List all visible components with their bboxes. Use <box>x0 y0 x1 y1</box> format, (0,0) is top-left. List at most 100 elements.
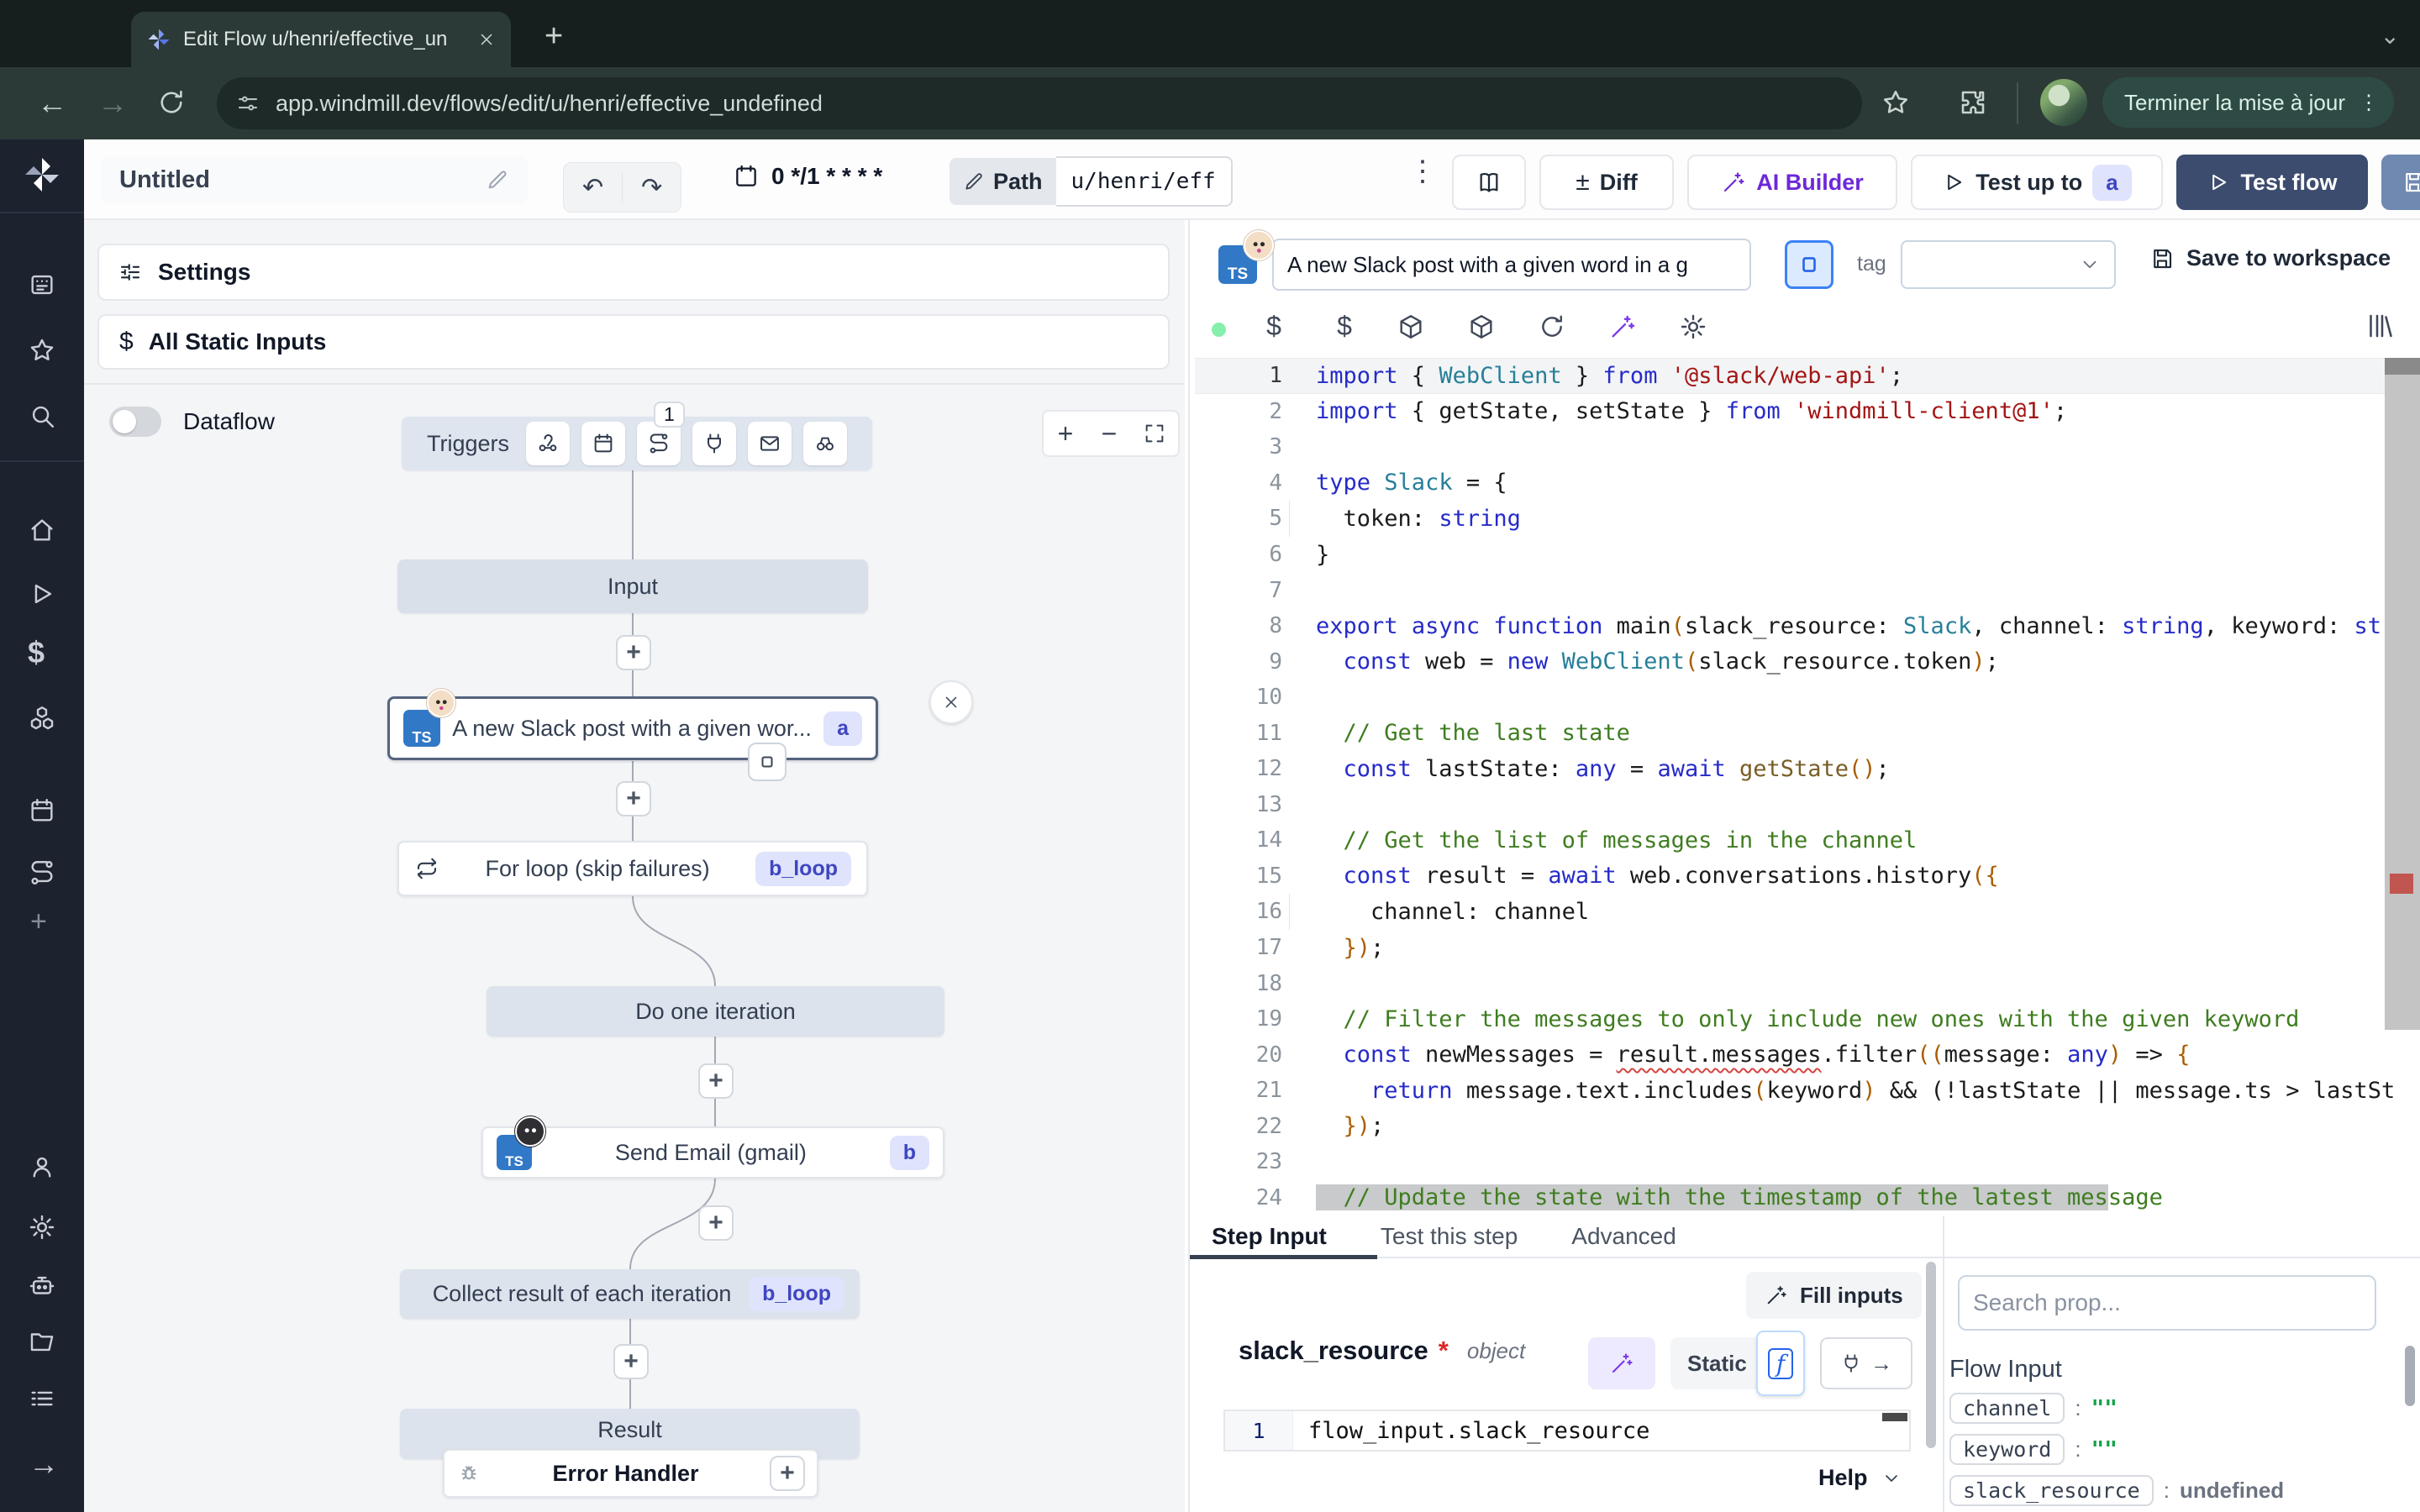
fill-inputs-button[interactable]: Fill inputs <box>1746 1272 1922 1319</box>
tab-test-this-step[interactable]: Test this step <box>1381 1223 1518 1250</box>
code-line[interactable]: 10 <box>1195 680 2420 716</box>
error-handler-node[interactable]: Error Handler + <box>443 1449 818 1498</box>
routes-icon[interactable] <box>28 858 56 887</box>
draft-button[interactable]: Draft <box>2381 155 2420 210</box>
do-one-iteration-node[interactable]: Do one iteration <box>487 986 944 1037</box>
flow-input-prop-row[interactable]: keyword:"" <box>1949 1434 2336 1465</box>
step-name-input[interactable]: A new Slack post with a given word in a … <box>1272 239 1751 291</box>
chrome-menu-kebab-icon[interactable]: ⋮ <box>2359 91 2379 115</box>
add-step-button[interactable]: + <box>616 781 651 816</box>
back-icon[interactable]: ← <box>37 86 67 121</box>
variables-dollar-icon[interactable]: $ <box>28 635 45 670</box>
expr-editor[interactable]: 1 flow_input.slack_resource <box>1223 1410 1911 1452</box>
sidebar-collapse-arrow-icon[interactable]: → <box>29 1446 59 1482</box>
help-button[interactable]: Help <box>1818 1465 1902 1491</box>
editor-settings-gear-icon[interactable] <box>1679 312 1707 341</box>
add-error-handler-button[interactable]: + <box>770 1456 805 1491</box>
library-icon[interactable] <box>2365 311 2395 341</box>
code-line[interactable]: 16 channel: channel <box>1195 894 2420 930</box>
save-to-workspace-button[interactable]: Save to workspace <box>2149 245 2391 271</box>
add-step-button[interactable]: + <box>698 1205 734 1241</box>
profile-avatar[interactable] <box>2040 79 2087 126</box>
ai-wand-icon[interactable] <box>1608 312 1637 341</box>
right-column-scrollbar[interactable] <box>2405 1346 2415 1406</box>
code-line[interactable]: 2import { getState, setState } from 'win… <box>1195 394 2420 430</box>
folders-icon[interactable] <box>28 1327 56 1356</box>
schedule-trigger-icon[interactable] <box>581 422 625 465</box>
url-bar[interactable]: app.windmill.dev/flows/edit/u/henri/effe… <box>217 77 1862 129</box>
triggers-node[interactable]: Triggers 1 <box>402 417 872 470</box>
extensions-puzzle-icon[interactable] <box>1958 87 1988 118</box>
prop-pill[interactable]: slack_resource <box>1949 1475 2154 1506</box>
tab-advanced[interactable]: Advanced <box>1571 1223 1676 1250</box>
add-step-button[interactable]: + <box>698 1063 734 1099</box>
workspace-list-icon[interactable] <box>28 1384 56 1413</box>
code-editor[interactable]: 1import { WebClient } from '@slack/web-a… <box>1195 358 2420 1216</box>
undo-icon[interactable]: ↶ <box>564 173 623 202</box>
search-icon[interactable] <box>28 402 56 430</box>
skip-step-button[interactable] <box>748 743 786 781</box>
reload-icon[interactable] <box>156 87 187 118</box>
variable-dollar-icon[interactable]: $ <box>1326 307 1363 344</box>
favorites-star-icon[interactable] <box>28 336 56 365</box>
chrome-update-button[interactable]: Terminer la mise à jour ⋮ <box>2102 77 2394 128</box>
flow-input-prop-row[interactable]: slack_resource:undefined <box>1949 1475 2336 1506</box>
tab-search-chevron-icon[interactable]: ⌄ <box>2381 22 2400 50</box>
apps-icon[interactable] <box>28 270 56 299</box>
tab-close-icon[interactable] <box>477 30 496 49</box>
concurrency-checkbox-button[interactable] <box>1785 240 1833 289</box>
code-line[interactable]: 6} <box>1195 537 2420 573</box>
flow-input-prop-row[interactable]: channel:"" <box>1949 1393 2336 1424</box>
connect-input-button[interactable]: → <box>1820 1337 1912 1389</box>
code-line[interactable]: 18 <box>1195 965 2420 1001</box>
redo-icon[interactable]: ↷ <box>623 173 681 202</box>
route-trigger-icon[interactable] <box>637 422 681 465</box>
code-line[interactable]: 12 const lastState: any = await getState… <box>1195 751 2420 787</box>
docs-button[interactable] <box>1452 155 1526 210</box>
windmill-logo-icon[interactable] <box>22 155 62 195</box>
code-line[interactable]: 15 const result = await web.conversation… <box>1195 858 2420 895</box>
workers-robot-icon[interactable] <box>28 1272 56 1300</box>
new-tab-icon[interactable]: + <box>544 18 563 55</box>
add-icon[interactable]: + <box>30 906 47 938</box>
search-prop-input[interactable]: Search prop... <box>1958 1275 2376 1331</box>
code-line[interactable]: 22 }); <box>1195 1108 2420 1144</box>
editor-scrollbar[interactable] <box>2385 358 2420 1030</box>
email-step-node[interactable]: TS Send Email (gmail) b <box>481 1126 944 1179</box>
forward-icon[interactable]: → <box>97 86 128 121</box>
code-line[interactable]: 3 <box>1195 429 2420 465</box>
schedule-summary[interactable]: 0 */1 * * * * <box>733 163 882 190</box>
flow-name-field[interactable]: Untitled <box>101 156 528 203</box>
webhook-trigger-icon[interactable] <box>526 422 570 465</box>
test-flow-button[interactable]: Test flow <box>2176 155 2368 210</box>
prop-ai-wand-button[interactable] <box>1588 1337 1655 1389</box>
slack-step-node-inner[interactable]: TS A new Slack post with a given wor... … <box>387 696 878 760</box>
code-line[interactable]: 7 <box>1195 572 2420 608</box>
settings-gear-icon[interactable] <box>28 1213 56 1242</box>
prop-pill[interactable]: keyword <box>1949 1434 2065 1465</box>
package-icon[interactable] <box>1467 312 1496 341</box>
home-icon[interactable] <box>28 516 56 544</box>
add-step-button[interactable]: + <box>613 1344 649 1379</box>
editor-scrollbar-thumb[interactable] <box>2385 358 2420 375</box>
browser-tab[interactable]: Edit Flow u/henri/effective_un <box>131 12 511 67</box>
variable-dollar-icon[interactable]: $ <box>1255 307 1292 344</box>
test-up-to-button[interactable]: Test up to a <box>1911 155 2163 210</box>
code-line[interactable]: 11 // Get the last state <box>1195 715 2420 751</box>
code-line[interactable]: 1import { WebClient } from '@slack/web-a… <box>1195 358 2420 394</box>
add-step-button[interactable]: + <box>616 635 651 670</box>
delete-step-button[interactable] <box>929 680 973 724</box>
more-kebab-icon[interactable]: ⋮ <box>1408 155 1437 188</box>
code-line[interactable]: 23 <box>1195 1144 2420 1180</box>
code-line[interactable]: 5 token: string <box>1195 501 2420 537</box>
path-edit-button[interactable]: Path <box>950 158 1056 205</box>
tab-step-input[interactable]: Step Input <box>1212 1223 1327 1250</box>
slack-step-node[interactable]: TS A new Slack post with a given wor... … <box>388 697 879 761</box>
code-line[interactable]: 21 return message.text.includes(keyword)… <box>1195 1073 2420 1109</box>
bookmark-star-icon[interactable] <box>1881 87 1911 118</box>
forloop-node[interactable]: For loop (skip failures) b_loop <box>397 841 868 896</box>
prop-pill[interactable]: channel <box>1949 1393 2065 1424</box>
code-line[interactable]: 13 <box>1195 787 2420 823</box>
ai-builder-button[interactable]: AI Builder <box>1687 155 1897 210</box>
websocket-trigger-icon[interactable] <box>692 422 736 465</box>
